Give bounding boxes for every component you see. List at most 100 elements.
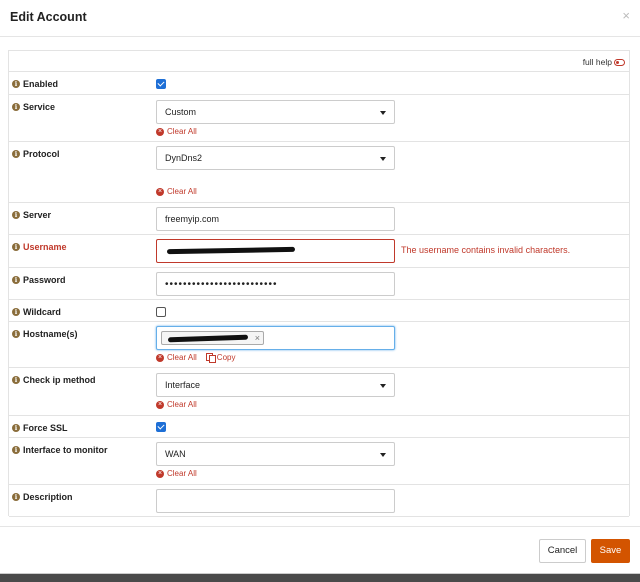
hostnames-clear-all[interactable]: Clear All	[167, 353, 197, 362]
full-help-row: full help	[9, 51, 629, 72]
row-force-ssl: i Force SSL	[9, 416, 629, 438]
interface-clear-all[interactable]: × Clear All	[156, 469, 197, 478]
protocol-label: i Protocol	[12, 149, 60, 159]
hostnames-label-text: Hostname(s)	[23, 329, 78, 339]
force-ssl-checkbox[interactable]	[156, 422, 166, 432]
wildcard-label: i Wildcard	[12, 307, 61, 317]
row-username: i Username The username contains invalid …	[9, 235, 629, 268]
server-input[interactable]: freemyip.com	[156, 207, 395, 231]
save-button[interactable]: Save	[591, 539, 630, 563]
row-protocol: i Protocol DynDns2 × Clear All	[9, 142, 629, 203]
row-service: i Service Custom × Clear All	[9, 95, 629, 142]
chevron-down-icon	[380, 453, 386, 457]
service-label: i Service	[12, 102, 55, 112]
protocol-clear-all[interactable]: × Clear All	[156, 187, 197, 196]
row-description: i Description	[9, 485, 629, 517]
check-ip-value: Interface	[165, 380, 201, 390]
wildcard-label-text: Wildcard	[23, 307, 61, 317]
clear-icon: ×	[156, 127, 164, 136]
full-help-label: full help	[582, 57, 612, 67]
description-input[interactable]	[156, 489, 395, 513]
full-help-toggle[interactable]: full help	[583, 57, 625, 67]
password-label-text: Password	[23, 275, 66, 285]
info-icon[interactable]: i	[12, 308, 20, 316]
hostnames-label: i Hostname(s)	[12, 329, 78, 339]
dialog-header: Edit Account ×	[0, 0, 640, 37]
service-label-text: Service	[23, 102, 56, 112]
interface-label-text: Interface to monitor	[23, 445, 108, 455]
protocol-select[interactable]: DynDns2	[156, 146, 395, 170]
enabled-checkbox[interactable]	[156, 79, 166, 89]
info-icon[interactable]: i	[12, 330, 20, 338]
server-label: i Server	[12, 210, 51, 220]
clear-icon: ×	[156, 469, 164, 478]
cancel-button[interactable]: Cancel	[539, 539, 586, 563]
description-label: i Description	[12, 492, 73, 502]
username-input[interactable]	[156, 239, 395, 263]
interface-label: i Interface to monitor	[12, 445, 108, 455]
server-label-text: Server	[23, 210, 52, 220]
row-server: i Server freemyip.com	[9, 203, 629, 235]
interface-select[interactable]: WAN	[156, 442, 395, 466]
redaction-scribble	[167, 334, 249, 343]
remove-tag-icon[interactable]: ×	[255, 332, 260, 345]
chevron-down-icon	[380, 111, 386, 115]
copy-label: Copy	[216, 353, 236, 362]
password-value: •••••••••••••••••••••••••	[165, 279, 278, 290]
enabled-label: i Enabled	[12, 79, 58, 89]
check-ip-select[interactable]: Interface	[156, 373, 395, 397]
edit-account-dialog: Edit Account × full help i Enabled i Servi…	[0, 0, 640, 574]
force-ssl-label-text: Force SSL	[23, 423, 68, 433]
username-label: i Username	[12, 242, 67, 252]
copy-icon	[205, 353, 216, 363]
clear-all-label: Clear All	[167, 469, 197, 478]
info-icon[interactable]: i	[12, 211, 20, 219]
hostname-tag[interactable]: ×	[161, 331, 264, 345]
protocol-label-text: Protocol	[23, 149, 60, 159]
row-password: i Password •••••••••••••••••••••••••	[9, 268, 629, 300]
clear-all-label: Clear All	[167, 187, 197, 196]
dialog-title: Edit Account	[10, 10, 87, 24]
check-ip-clear-all[interactable]: × Clear All	[156, 400, 197, 409]
info-icon[interactable]: i	[12, 80, 20, 88]
service-clear-all[interactable]: × Clear All	[156, 127, 197, 136]
info-icon[interactable]: i	[12, 493, 20, 501]
username-label-text: Username	[23, 242, 67, 252]
row-enabled: i Enabled	[9, 72, 629, 95]
clear-all-label: Clear All	[167, 127, 197, 136]
chevron-down-icon	[380, 157, 386, 161]
info-icon[interactable]: i	[12, 424, 20, 432]
info-icon[interactable]: i	[12, 276, 20, 284]
check-ip-label-text: Check ip method	[23, 375, 96, 385]
redaction-scribble	[166, 246, 296, 255]
enabled-label-text: Enabled	[23, 79, 59, 89]
force-ssl-label: i Force SSL	[12, 423, 68, 433]
row-wildcard: i Wildcard	[9, 300, 629, 322]
protocol-value: DynDns2	[165, 153, 203, 163]
row-interface: i Interface to monitor WAN × Clear All	[9, 438, 629, 485]
row-hostnames: i Hostname(s) × × Clear All Copy	[9, 322, 629, 368]
info-icon[interactable]: i	[12, 243, 20, 251]
copy-button[interactable]: Copy	[205, 353, 236, 363]
dialog-footer: Cancel Save	[0, 526, 640, 574]
hostnames-input[interactable]: ×	[156, 326, 395, 350]
info-icon[interactable]: i	[12, 376, 20, 384]
check-ip-label: i Check ip method	[12, 375, 96, 385]
username-error: The username contains invalid characters…	[401, 245, 571, 255]
wildcard-checkbox[interactable]	[156, 307, 166, 317]
service-value: Custom	[165, 107, 197, 117]
info-icon[interactable]: i	[12, 103, 20, 111]
clear-icon: ×	[156, 353, 164, 362]
hostnames-actions: × Clear All Copy	[156, 353, 236, 363]
service-select[interactable]: Custom	[156, 100, 395, 124]
chevron-down-icon	[380, 384, 386, 388]
info-icon[interactable]: i	[12, 150, 20, 158]
info-icon[interactable]: i	[12, 446, 20, 454]
interface-value: WAN	[165, 449, 186, 459]
password-input[interactable]: •••••••••••••••••••••••••	[156, 272, 395, 296]
settings-table: full help i Enabled i Service Custom × Clea…	[8, 50, 630, 517]
clear-icon: ×	[156, 400, 164, 409]
description-label-text: Description	[23, 492, 73, 502]
close-icon[interactable]: ×	[622, 8, 630, 23]
clear-icon: ×	[156, 187, 164, 196]
